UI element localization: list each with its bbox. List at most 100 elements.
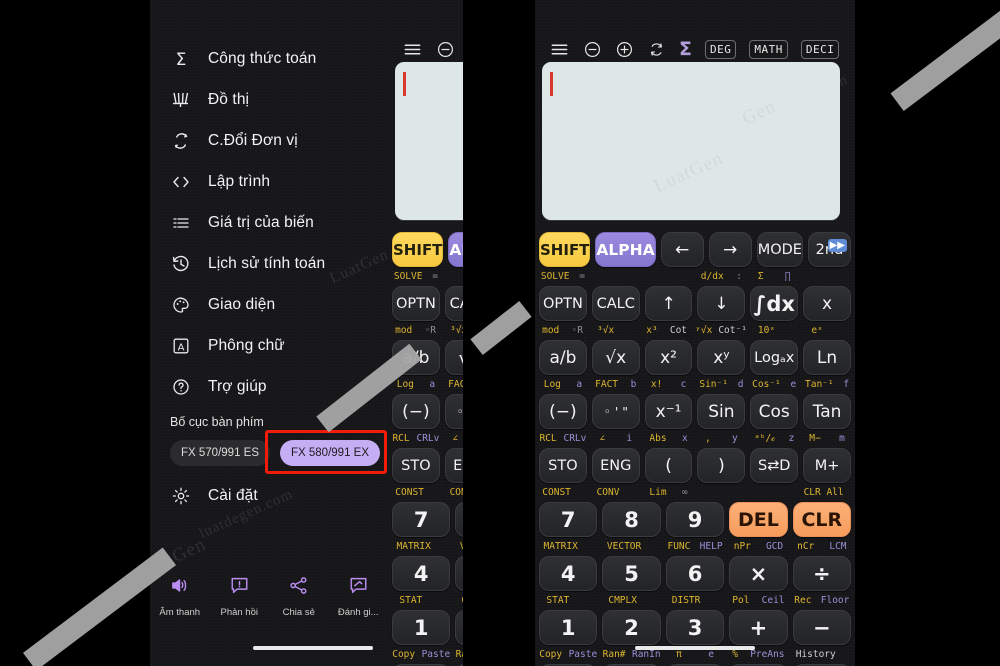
keypad-cell: x² (644, 340, 693, 375)
key-ln[interactable]: Ln (803, 340, 851, 375)
key-[interactable]: − (792, 610, 852, 645)
key-x[interactable]: x⁻¹ (644, 394, 693, 429)
key-[interactable]: ÷ (792, 556, 852, 591)
key-2nd[interactable]: 2nd▶▶ (807, 232, 851, 267)
status-badge-angle[interactable]: DEG (704, 39, 737, 59)
key-2[interactable]: 2 (602, 610, 661, 645)
key-5[interactable]: 5 (455, 556, 463, 591)
action-share[interactable]: Chia sẻ (270, 575, 328, 618)
key-calc[interactable]: CALC (591, 286, 640, 321)
hamburger-icon[interactable] (549, 39, 570, 60)
sidebar-item-theme[interactable]: Giao diện (150, 284, 388, 325)
sidebar-item-programming[interactable]: Lập trình (150, 161, 388, 202)
action-sound[interactable]: Âm thanh (151, 575, 209, 618)
keypad-row: (−)◦ ' "x⁻¹SinCosTan (392, 394, 463, 429)
key-4[interactable]: 4 (392, 556, 451, 591)
key-[interactable]: + (729, 610, 788, 645)
sidebar-item-unit-convert[interactable]: C.Đổi Đơn vị (150, 120, 388, 161)
key-[interactable]: → (708, 232, 752, 267)
key-7[interactable]: 7 (392, 502, 451, 537)
key-log-x[interactable]: Logₐx (750, 340, 799, 375)
key-[interactable]: ◦ ' " (591, 394, 640, 429)
key-[interactable]: (−) (539, 394, 587, 429)
key-[interactable]: ↓ (697, 286, 746, 321)
key-x[interactable]: x² (644, 340, 693, 375)
key-7[interactable]: 7 (539, 502, 598, 537)
keypad-row: (−)◦ ' "x⁻¹SinCosTan (539, 394, 851, 429)
sidebar-item-history[interactable]: Lịch sử tính toán (150, 243, 388, 284)
key-[interactable]: (−) (392, 394, 440, 429)
key-8[interactable]: 8 (455, 502, 463, 537)
key-m[interactable]: M+ (803, 448, 851, 483)
key-x[interactable]: √x (591, 340, 640, 375)
key-mode[interactable]: MODE (756, 232, 803, 267)
sidebar-item-math-formulas[interactable]: Σ Công thức toán (150, 38, 388, 79)
key-[interactable]: ( (644, 448, 693, 483)
key-calc[interactable]: CALC (444, 286, 463, 321)
key-optn[interactable]: OPTN (539, 286, 587, 321)
refresh-icon[interactable] (647, 40, 666, 59)
calculator-display[interactable]: LuatGen Gen (542, 62, 840, 220)
keypad-cell: a/b (392, 340, 440, 375)
keypad-cell: 9 (665, 502, 725, 537)
key-a-b[interactable]: a/b (392, 340, 440, 375)
key-x[interactable]: x (803, 286, 851, 321)
sidebar-item-graph[interactable]: Đồ thị (150, 79, 388, 120)
key-cos[interactable]: Cos (750, 394, 799, 429)
hamburger-icon[interactable] (402, 39, 423, 60)
calculator-display[interactable] (395, 62, 463, 220)
plus-circle-icon[interactable] (615, 40, 634, 59)
sidebar-item-variables[interactable]: Giá trị của biến (150, 202, 388, 243)
minus-circle-icon[interactable] (583, 40, 602, 59)
key-s-d[interactable]: S⇄D (750, 448, 799, 483)
key-alpha[interactable]: ALPHA (448, 232, 463, 267)
key-9[interactable]: 9 (665, 502, 725, 537)
key-6[interactable]: 6 (665, 556, 725, 591)
key-5[interactable]: 5 (602, 556, 661, 591)
key-x[interactable]: xʸ (697, 340, 746, 375)
key-8[interactable]: 8 (602, 502, 661, 537)
key-sto[interactable]: STO (539, 448, 587, 483)
keyboard-option-fx580[interactable]: FX 580/991 EX (280, 440, 380, 466)
sigma-icon[interactable]: Σ (679, 39, 692, 59)
key-3[interactable]: 3 (665, 610, 725, 645)
key-[interactable]: ◦ ' " (444, 394, 463, 429)
sidebar-item-help[interactable]: Trợ giúp (150, 366, 388, 407)
key-clr[interactable]: CLR (792, 502, 852, 537)
minus-circle-icon[interactable] (436, 40, 455, 59)
key-[interactable]: × (729, 556, 788, 591)
key-1[interactable]: 1 (392, 610, 451, 645)
sublabel-primary: Σ (757, 270, 764, 282)
key-shift[interactable]: SHIFT (392, 232, 444, 267)
sublabel-primary: Sin⁻¹ (699, 378, 728, 390)
key-a-b[interactable]: a/b (539, 340, 587, 375)
keyboard-option-fx570[interactable]: FX 570/991 ES (170, 440, 270, 466)
sublabel-primary: Rec (794, 594, 812, 606)
key-1[interactable]: 1 (539, 610, 598, 645)
keypad-cell: CALC (591, 286, 640, 321)
key-[interactable]: ) (697, 448, 746, 483)
key-optn[interactable]: OPTN (392, 286, 440, 321)
key-eng[interactable]: ENG (591, 448, 640, 483)
key-sto[interactable]: STO (392, 448, 440, 483)
key-shift[interactable]: SHIFT (539, 232, 591, 267)
key-del[interactable]: DEL (729, 502, 788, 537)
key-[interactable]: ↑ (644, 286, 693, 321)
key-dx[interactable]: ∫dx (750, 286, 799, 321)
key-x[interactable]: √x (444, 340, 463, 375)
keypad-sublabel: nCr LCM (793, 538, 851, 555)
key-tan[interactable]: Tan (803, 394, 851, 429)
key-alpha[interactable]: ALPHA (595, 232, 656, 267)
keypad-cell: 4 (539, 556, 598, 591)
key-[interactable]: ← (660, 232, 704, 267)
key-2[interactable]: 2 (455, 610, 463, 645)
status-badge-number-format[interactable]: DECI (800, 39, 840, 59)
status-badge-input-mode[interactable]: MATH (749, 39, 788, 59)
key-sin[interactable]: Sin (697, 394, 746, 429)
sidebar-item-font[interactable]: A Phông chữ (150, 325, 388, 366)
key-4[interactable]: 4 (539, 556, 598, 591)
sidebar-item-settings[interactable]: Cài đặt (150, 475, 388, 516)
action-feedback[interactable]: Phản hồi (210, 575, 268, 618)
action-rate[interactable]: Đánh gi... (329, 575, 387, 618)
key-eng[interactable]: ENG (444, 448, 463, 483)
